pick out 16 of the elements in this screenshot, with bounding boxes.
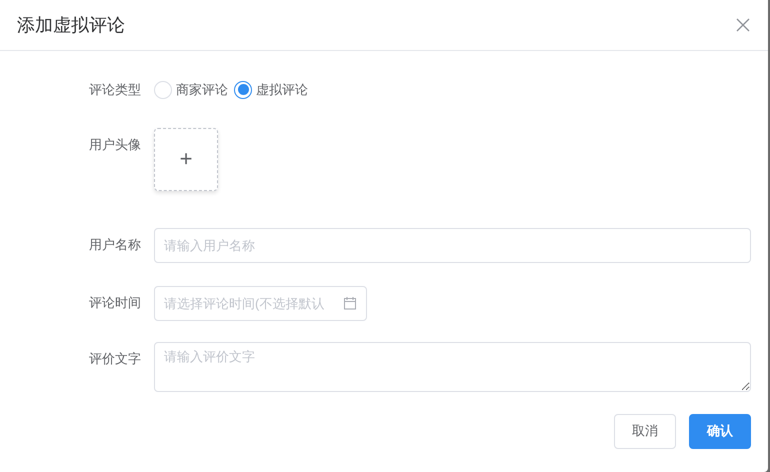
dialog-title: 添加虚拟评论: [17, 14, 125, 36]
field-label: 用户名称: [89, 236, 141, 254]
avatar-upload[interactable]: +: [154, 128, 218, 190]
field-label: 用户头像: [89, 136, 141, 154]
text-area[interactable]: 请输入评价文字: [154, 342, 751, 392]
field-label: 评价文字: [89, 350, 141, 368]
field-label: 评论时间: [89, 294, 141, 312]
field-label: 评论类型: [89, 81, 141, 99]
radio-option[interactable]: 商家评论: [154, 80, 228, 100]
calendar-icon: [343, 296, 357, 310]
cancel-button[interactable]: 取消: [614, 414, 676, 448]
close-icon[interactable]: [736, 18, 750, 32]
input-field[interactable]: 请输入用户名称: [154, 228, 751, 262]
date-field[interactable]: 请选择评论时间(不选择默认: [154, 286, 367, 320]
radio-option[interactable]: 虚拟评论: [234, 80, 308, 100]
confirm-button[interactable]: 确认: [689, 414, 751, 448]
